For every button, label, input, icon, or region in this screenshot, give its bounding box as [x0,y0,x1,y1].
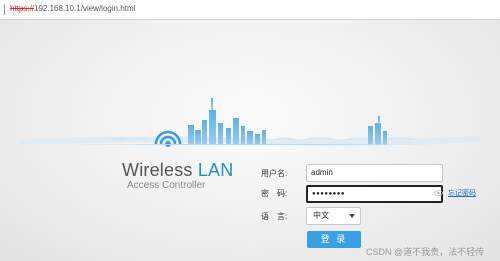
url-scheme: https:// [10,4,35,13]
csdn-watermark: CSDN @道不我贵，法不轻传 [366,247,485,257]
username-label: 用户名: [261,169,288,178]
password-label: 密 码: [261,189,288,198]
address-url[interactable]: https://192.168.10.1/view/login.html [10,3,135,15]
brand-title-main: Wireless [122,160,198,180]
password-field[interactable]: ●●●●●●●● [306,185,443,203]
language-label: 语 言: [261,212,288,221]
city-skyline-illustration [20,98,480,147]
brand-subtitle: Access Controller [127,180,206,191]
url-path: 192.168.10.1/view/login.html [34,4,136,13]
brand-title-accent: LAN [197,160,234,180]
chevron-down-icon [349,214,355,218]
login-page: Wireless LAN Access Controller [0,20,500,261]
username-field[interactable]: admin [306,164,443,182]
brand-title: Wireless LAN [122,160,233,181]
language-select[interactable]: 中文 [306,207,361,225]
address-separator [4,4,5,15]
language-value: 中文 [313,211,329,220]
eye-icon[interactable] [434,190,443,196]
forgot-password-link[interactable]: 忘记密码 [448,188,476,198]
browser-address-bar[interactable]: https://192.168.10.1/view/login.html [0,0,500,20]
login-button[interactable]: 登 录 [307,231,361,248]
